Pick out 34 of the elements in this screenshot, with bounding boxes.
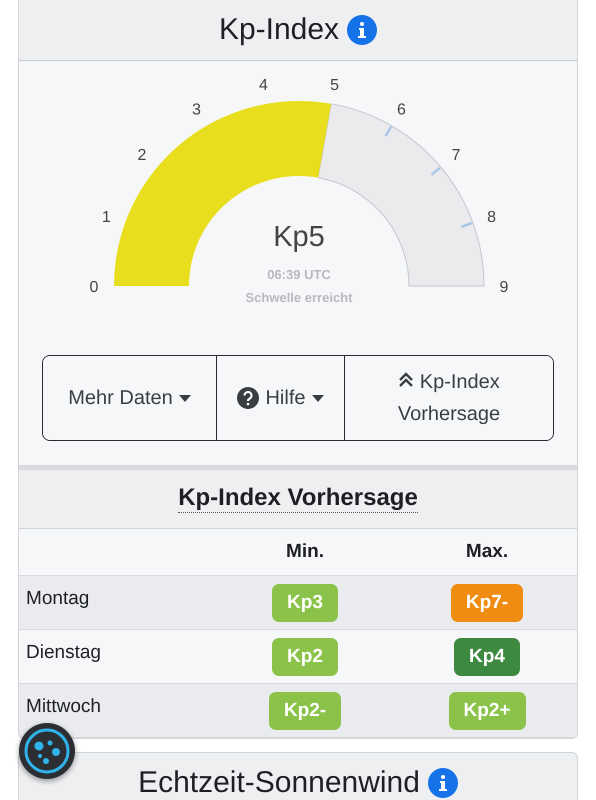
kp-badge: Kp2 <box>272 638 338 676</box>
gauge-tick-label: 4 <box>258 77 268 94</box>
caret-icon <box>178 394 191 402</box>
day-label: Dienstag <box>25 642 102 664</box>
kp-badge: Kp7- <box>450 584 524 622</box>
gauge-tick-label: 0 <box>90 279 98 296</box>
gauge-tick-label: 5 <box>330 77 340 94</box>
info-icon[interactable] <box>347 15 378 45</box>
gauge-tick-label: 2 <box>138 147 146 164</box>
kp-badge: Kp4 <box>454 638 520 676</box>
gauge-tick-label: 1 <box>102 208 111 226</box>
kp-badge: Kp3 <box>272 584 338 622</box>
card-title: Echtzeit-Sonnenwind <box>138 766 420 800</box>
gauge-time: 06:39 UTC <box>267 267 331 282</box>
collapse-button[interactable]: Kp-Index Vorhersage <box>344 356 553 440</box>
gauge-status: Schwelle erreicht <box>246 290 352 305</box>
day-label: Montag <box>25 588 90 610</box>
day-label: Mittwoch <box>25 696 102 718</box>
caret-icon <box>312 394 324 402</box>
card-title: Kp-Index <box>218 13 340 47</box>
kp-badge: Kp2- <box>268 692 342 730</box>
kp-badge: Kp2+ <box>448 692 526 730</box>
gauge-tick-label: 3 <box>192 101 201 118</box>
column-header: Min. <box>285 541 325 563</box>
gauge-value: Kp5 <box>273 221 325 253</box>
gauge-tick-label: 6 <box>397 101 406 118</box>
forecast-title: Kp-Index Vorhersage <box>178 485 418 513</box>
help-icon <box>237 387 260 409</box>
gauge-tick-label: 8 <box>487 208 496 226</box>
gauge-tick-label: 9 <box>500 279 508 296</box>
gauge-tick-label: 7 <box>452 147 460 164</box>
chevrons-up-icon <box>398 372 414 388</box>
info-icon[interactable] <box>428 768 458 798</box>
column-header: Max. <box>464 541 510 563</box>
